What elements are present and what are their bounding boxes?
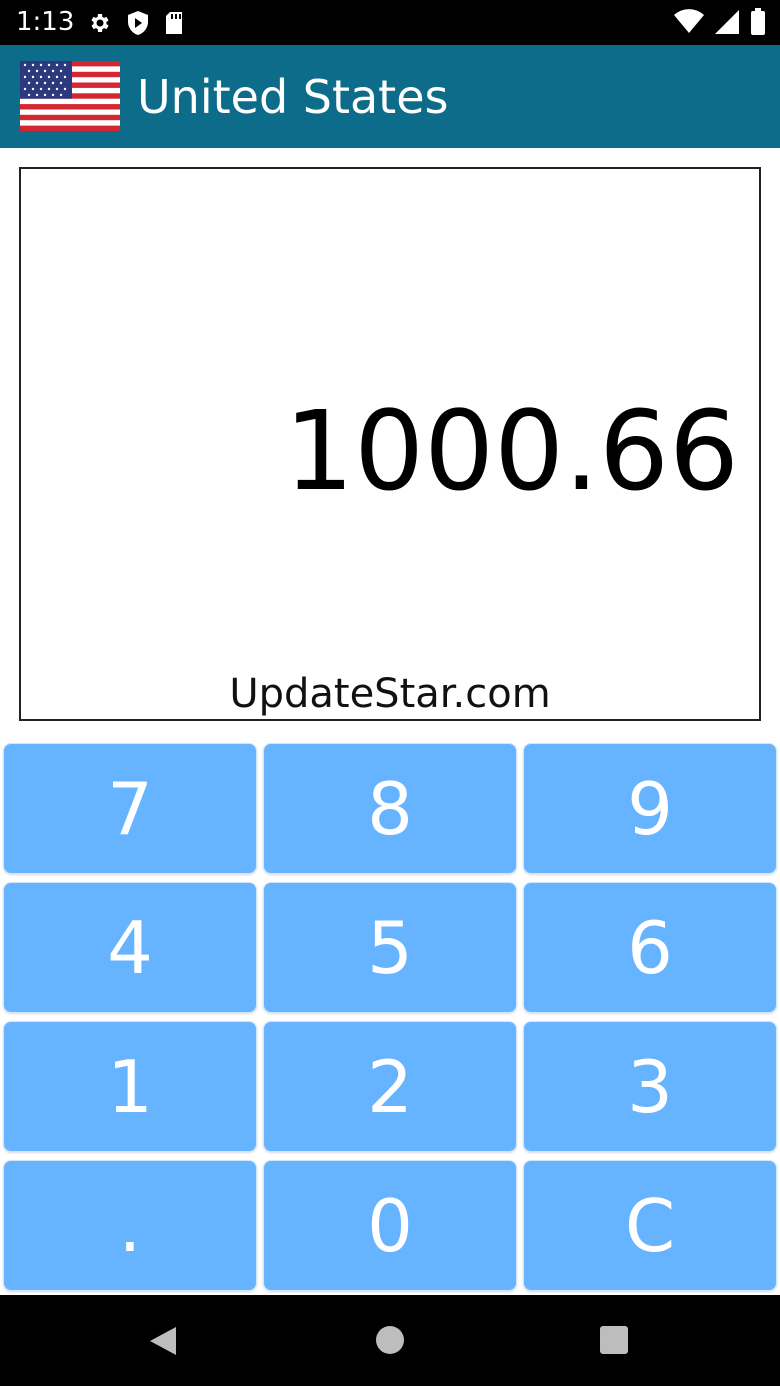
key-decimal[interactable]: .	[3, 1160, 257, 1291]
watermark-text: UpdateStar.com	[229, 671, 551, 717]
key-7[interactable]: 7	[3, 743, 257, 874]
key-clear[interactable]: C	[523, 1160, 777, 1291]
us-flag-icon	[20, 61, 120, 131]
key-3[interactable]: 3	[523, 1021, 777, 1152]
sd-card-icon	[166, 12, 182, 34]
signal-icon	[715, 10, 739, 34]
keypad: 7 8 9 4 5 6 1 2 3 . 0 C	[3, 743, 778, 1291]
calculator-display: 1000.66 UpdateStar.com	[19, 167, 761, 721]
home-icon[interactable]	[376, 1326, 404, 1354]
recents-icon[interactable]	[600, 1326, 628, 1354]
status-bar: 1:13	[0, 0, 780, 45]
app-title: United States	[137, 70, 449, 124]
shield-play-icon	[128, 11, 148, 35]
battery-icon	[751, 8, 765, 35]
key-0[interactable]: 0	[263, 1160, 517, 1291]
key-2[interactable]: 2	[263, 1021, 517, 1152]
back-icon[interactable]	[148, 1325, 178, 1357]
status-time: 1:13	[16, 7, 75, 37]
wifi-icon	[674, 9, 704, 33]
key-6[interactable]: 6	[523, 882, 777, 1013]
status-icons-left	[88, 10, 184, 36]
key-9[interactable]: 9	[523, 743, 777, 874]
status-icons-right	[674, 8, 766, 36]
key-4[interactable]: 4	[3, 882, 257, 1013]
gear-icon	[91, 14, 109, 32]
display-value: 1000.66	[284, 387, 739, 515]
key-5[interactable]: 5	[263, 882, 517, 1013]
key-1[interactable]: 1	[3, 1021, 257, 1152]
app-bar: United States	[0, 45, 780, 148]
navigation-bar	[0, 1295, 780, 1386]
key-8[interactable]: 8	[263, 743, 517, 874]
